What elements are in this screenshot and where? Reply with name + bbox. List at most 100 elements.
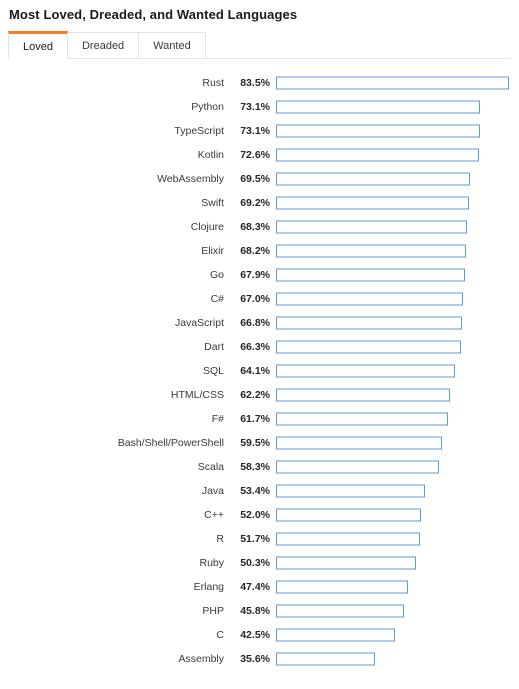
- bar-track: [276, 263, 519, 287]
- bar: [276, 268, 466, 282]
- bar-category-label: TypeScript: [174, 125, 224, 137]
- bar: [276, 172, 470, 186]
- bar-category-label: Java: [201, 485, 224, 497]
- bar: [276, 652, 376, 666]
- tab-list: Loved Dreaded Wanted: [0, 31, 519, 59]
- bar-value-label: 68.3%: [240, 221, 270, 233]
- bar-track: [276, 335, 519, 359]
- bar: [276, 436, 442, 450]
- bar-value-label: 64.1%: [240, 365, 270, 377]
- bar-row: JavaScript 66.8%: [0, 311, 519, 335]
- bar-row: Java 53.4%: [0, 479, 519, 503]
- bar-category-label: C: [216, 629, 224, 641]
- bar-track: [276, 407, 519, 431]
- bar-category-label: R: [216, 533, 224, 545]
- bar-category-label: Swift: [201, 197, 224, 209]
- bar-value-label: 67.0%: [240, 293, 270, 305]
- tab-dreaded[interactable]: Dreaded: [66, 32, 140, 59]
- bar-value-label: 73.1%: [240, 101, 270, 113]
- tab-wanted[interactable]: Wanted: [138, 32, 206, 59]
- bar-category-label: F#: [211, 413, 224, 425]
- bar-row: Scala 58.3%: [0, 455, 519, 479]
- bar-value-label: 61.7%: [240, 413, 270, 425]
- bar-value-label: 45.8%: [240, 605, 270, 617]
- bar: [276, 244, 467, 258]
- bar-value-label: 73.1%: [240, 125, 270, 137]
- bar-row: Go 67.9%: [0, 263, 519, 287]
- bar-category-label: Clojure: [190, 221, 224, 233]
- bar-row: Kotlin 72.6%: [0, 143, 519, 167]
- bar-category-label: Dart: [204, 341, 224, 353]
- bar: [276, 460, 439, 474]
- bar-category-label: SQL: [202, 365, 224, 377]
- bar-row: TypeScript 73.1%: [0, 119, 519, 143]
- bar-track: [276, 191, 519, 215]
- bar: [276, 508, 422, 522]
- bar: [276, 100, 480, 114]
- bar-value-label: 68.2%: [240, 245, 270, 257]
- tab-loved[interactable]: Loved: [8, 31, 68, 59]
- bar-track: [276, 455, 519, 479]
- bar-track: [276, 647, 519, 671]
- bar-category-label: PHP: [202, 605, 224, 617]
- bar: [276, 364, 455, 378]
- bar-value-label: 42.5%: [240, 629, 270, 641]
- bar-row: Swift 69.2%: [0, 191, 519, 215]
- bar-value-label: 58.3%: [240, 461, 270, 473]
- bar-value-label: 66.8%: [240, 317, 270, 329]
- bar-track: [276, 311, 519, 335]
- bar-category-label: Python: [191, 101, 224, 113]
- tab-bottom-rule: [8, 58, 511, 59]
- bar: [276, 220, 467, 234]
- bar-track: [276, 551, 519, 575]
- bar-track: [276, 359, 519, 383]
- bar-track: [276, 623, 519, 647]
- bar-category-label: HTML/CSS: [170, 389, 224, 401]
- bar-chart: Rust 83.5% Python 73.1% TypeScript 73.1% Kotli…: [0, 71, 519, 671]
- bar-track: [276, 527, 519, 551]
- bar: [276, 604, 404, 618]
- bar-track: [276, 119, 519, 143]
- bar-row: Assembly 35.6%: [0, 647, 519, 671]
- bar-category-label: JavaScript: [174, 317, 224, 329]
- bar-track: [276, 215, 519, 239]
- bar-track: [276, 503, 519, 527]
- bar-value-label: 59.5%: [240, 437, 270, 449]
- bar-track: [276, 143, 519, 167]
- bar-value-label: 69.5%: [240, 173, 270, 185]
- bar: [276, 580, 409, 594]
- bar-row: C# 67.0%: [0, 287, 519, 311]
- bar-row: Erlang 47.4%: [0, 575, 519, 599]
- bar: [276, 316, 463, 330]
- bar-value-label: 53.4%: [240, 485, 270, 497]
- bar: [276, 628, 395, 642]
- bar-value-label: 69.2%: [240, 197, 270, 209]
- bar-category-label: Erlang: [193, 581, 224, 593]
- bar: [276, 388, 450, 402]
- bar: [276, 148, 479, 162]
- bar: [276, 124, 480, 138]
- bar-value-label: 50.3%: [240, 557, 270, 569]
- bar-track: [276, 599, 519, 623]
- bar: [276, 292, 463, 306]
- bar-track: [276, 167, 519, 191]
- bar-value-label: 83.5%: [240, 77, 270, 89]
- bar-row: C++ 52.0%: [0, 503, 519, 527]
- bar-value-label: 35.6%: [240, 653, 270, 665]
- bar-track: [276, 575, 519, 599]
- bar-row: Dart 66.3%: [0, 335, 519, 359]
- bar-value-label: 52.0%: [240, 509, 270, 521]
- page-title: Most Loved, Dreaded, and Wanted Language…: [9, 7, 298, 22]
- bar: [276, 196, 470, 210]
- bar-track: [276, 239, 519, 263]
- bar-category-label: Rust: [202, 77, 224, 89]
- bar-category-label: C#: [210, 293, 224, 305]
- bar-row: PHP 45.8%: [0, 599, 519, 623]
- bar: [276, 556, 417, 570]
- bar: [276, 412, 449, 426]
- bar-row: Elixir 68.2%: [0, 239, 519, 263]
- bar-row: Bash/Shell/PowerShell 59.5%: [0, 431, 519, 455]
- bar-category-label: Scala: [197, 461, 224, 473]
- bar-row: Rust 83.5%: [0, 71, 519, 95]
- bar-category-label: C++: [204, 509, 224, 521]
